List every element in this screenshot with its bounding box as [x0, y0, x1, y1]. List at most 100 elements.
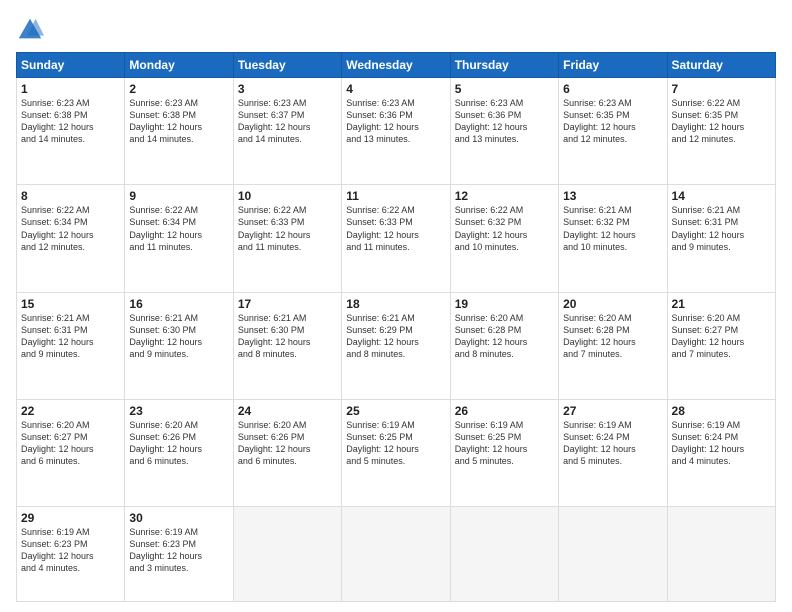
- day-number: 23: [129, 404, 228, 418]
- calendar-table: Sunday Monday Tuesday Wednesday Thursday…: [16, 52, 776, 602]
- calendar-day-cell: 29Sunrise: 6:19 AM Sunset: 6:23 PM Dayli…: [17, 507, 125, 602]
- day-number: 12: [455, 189, 554, 203]
- calendar-day-cell: 23Sunrise: 6:20 AM Sunset: 6:26 PM Dayli…: [125, 399, 233, 506]
- day-info: Sunrise: 6:22 AM Sunset: 6:34 PM Dayligh…: [21, 204, 120, 253]
- day-number: 10: [238, 189, 337, 203]
- day-number: 21: [672, 297, 771, 311]
- day-info: Sunrise: 6:19 AM Sunset: 6:23 PM Dayligh…: [129, 526, 228, 575]
- col-saturday: Saturday: [667, 53, 775, 78]
- day-info: Sunrise: 6:20 AM Sunset: 6:26 PM Dayligh…: [238, 419, 337, 468]
- calendar-day-cell: 28Sunrise: 6:19 AM Sunset: 6:24 PM Dayli…: [667, 399, 775, 506]
- page: Sunday Monday Tuesday Wednesday Thursday…: [0, 0, 792, 612]
- day-number: 1: [21, 82, 120, 96]
- calendar-day-cell: 9Sunrise: 6:22 AM Sunset: 6:34 PM Daylig…: [125, 185, 233, 292]
- day-number: 25: [346, 404, 445, 418]
- calendar-week-row: 8Sunrise: 6:22 AM Sunset: 6:34 PM Daylig…: [17, 185, 776, 292]
- calendar-day-cell: [667, 507, 775, 602]
- day-info: Sunrise: 6:23 AM Sunset: 6:38 PM Dayligh…: [129, 97, 228, 146]
- col-wednesday: Wednesday: [342, 53, 450, 78]
- calendar-day-cell: 17Sunrise: 6:21 AM Sunset: 6:30 PM Dayli…: [233, 292, 341, 399]
- day-info: Sunrise: 6:23 AM Sunset: 6:36 PM Dayligh…: [455, 97, 554, 146]
- col-sunday: Sunday: [17, 53, 125, 78]
- day-info: Sunrise: 6:20 AM Sunset: 6:27 PM Dayligh…: [672, 312, 771, 361]
- calendar-day-cell: 27Sunrise: 6:19 AM Sunset: 6:24 PM Dayli…: [559, 399, 667, 506]
- day-number: 30: [129, 511, 228, 525]
- calendar-day-cell: 25Sunrise: 6:19 AM Sunset: 6:25 PM Dayli…: [342, 399, 450, 506]
- calendar-week-row: 1Sunrise: 6:23 AM Sunset: 6:38 PM Daylig…: [17, 78, 776, 185]
- calendar-day-cell: 3Sunrise: 6:23 AM Sunset: 6:37 PM Daylig…: [233, 78, 341, 185]
- day-info: Sunrise: 6:19 AM Sunset: 6:25 PM Dayligh…: [346, 419, 445, 468]
- calendar-day-cell: 8Sunrise: 6:22 AM Sunset: 6:34 PM Daylig…: [17, 185, 125, 292]
- day-number: 16: [129, 297, 228, 311]
- day-number: 13: [563, 189, 662, 203]
- day-number: 6: [563, 82, 662, 96]
- day-info: Sunrise: 6:21 AM Sunset: 6:32 PM Dayligh…: [563, 204, 662, 253]
- day-number: 19: [455, 297, 554, 311]
- calendar-day-cell: [559, 507, 667, 602]
- calendar-day-cell: 26Sunrise: 6:19 AM Sunset: 6:25 PM Dayli…: [450, 399, 558, 506]
- day-info: Sunrise: 6:19 AM Sunset: 6:24 PM Dayligh…: [672, 419, 771, 468]
- day-info: Sunrise: 6:23 AM Sunset: 6:35 PM Dayligh…: [563, 97, 662, 146]
- calendar-day-cell: 4Sunrise: 6:23 AM Sunset: 6:36 PM Daylig…: [342, 78, 450, 185]
- calendar-day-cell: 21Sunrise: 6:20 AM Sunset: 6:27 PM Dayli…: [667, 292, 775, 399]
- day-number: 11: [346, 189, 445, 203]
- day-number: 14: [672, 189, 771, 203]
- calendar-day-cell: 20Sunrise: 6:20 AM Sunset: 6:28 PM Dayli…: [559, 292, 667, 399]
- day-number: 15: [21, 297, 120, 311]
- day-info: Sunrise: 6:23 AM Sunset: 6:38 PM Dayligh…: [21, 97, 120, 146]
- day-number: 28: [672, 404, 771, 418]
- calendar-day-cell: 13Sunrise: 6:21 AM Sunset: 6:32 PM Dayli…: [559, 185, 667, 292]
- day-number: 8: [21, 189, 120, 203]
- day-number: 20: [563, 297, 662, 311]
- calendar-day-cell: 16Sunrise: 6:21 AM Sunset: 6:30 PM Dayli…: [125, 292, 233, 399]
- header: [16, 16, 776, 44]
- col-thursday: Thursday: [450, 53, 558, 78]
- day-info: Sunrise: 6:21 AM Sunset: 6:30 PM Dayligh…: [238, 312, 337, 361]
- day-number: 17: [238, 297, 337, 311]
- day-number: 24: [238, 404, 337, 418]
- calendar-week-row: 15Sunrise: 6:21 AM Sunset: 6:31 PM Dayli…: [17, 292, 776, 399]
- calendar-day-cell: 30Sunrise: 6:19 AM Sunset: 6:23 PM Dayli…: [125, 507, 233, 602]
- calendar-day-cell: 12Sunrise: 6:22 AM Sunset: 6:32 PM Dayli…: [450, 185, 558, 292]
- calendar-day-cell: 10Sunrise: 6:22 AM Sunset: 6:33 PM Dayli…: [233, 185, 341, 292]
- calendar-day-cell: [342, 507, 450, 602]
- day-info: Sunrise: 6:20 AM Sunset: 6:28 PM Dayligh…: [455, 312, 554, 361]
- day-info: Sunrise: 6:21 AM Sunset: 6:31 PM Dayligh…: [21, 312, 120, 361]
- day-info: Sunrise: 6:19 AM Sunset: 6:25 PM Dayligh…: [455, 419, 554, 468]
- day-number: 9: [129, 189, 228, 203]
- day-info: Sunrise: 6:21 AM Sunset: 6:31 PM Dayligh…: [672, 204, 771, 253]
- calendar-day-cell: 15Sunrise: 6:21 AM Sunset: 6:31 PM Dayli…: [17, 292, 125, 399]
- calendar-day-cell: 5Sunrise: 6:23 AM Sunset: 6:36 PM Daylig…: [450, 78, 558, 185]
- calendar-day-cell: [233, 507, 341, 602]
- calendar-day-cell: 18Sunrise: 6:21 AM Sunset: 6:29 PM Dayli…: [342, 292, 450, 399]
- day-info: Sunrise: 6:23 AM Sunset: 6:37 PM Dayligh…: [238, 97, 337, 146]
- day-number: 7: [672, 82, 771, 96]
- calendar-week-row: 22Sunrise: 6:20 AM Sunset: 6:27 PM Dayli…: [17, 399, 776, 506]
- day-info: Sunrise: 6:20 AM Sunset: 6:26 PM Dayligh…: [129, 419, 228, 468]
- day-info: Sunrise: 6:22 AM Sunset: 6:32 PM Dayligh…: [455, 204, 554, 253]
- day-number: 29: [21, 511, 120, 525]
- col-monday: Monday: [125, 53, 233, 78]
- day-number: 26: [455, 404, 554, 418]
- calendar-day-cell: 6Sunrise: 6:23 AM Sunset: 6:35 PM Daylig…: [559, 78, 667, 185]
- logo-icon: [16, 16, 44, 44]
- day-info: Sunrise: 6:21 AM Sunset: 6:29 PM Dayligh…: [346, 312, 445, 361]
- calendar-day-cell: 1Sunrise: 6:23 AM Sunset: 6:38 PM Daylig…: [17, 78, 125, 185]
- day-number: 2: [129, 82, 228, 96]
- day-number: 18: [346, 297, 445, 311]
- day-info: Sunrise: 6:20 AM Sunset: 6:27 PM Dayligh…: [21, 419, 120, 468]
- day-number: 5: [455, 82, 554, 96]
- calendar-day-cell: 24Sunrise: 6:20 AM Sunset: 6:26 PM Dayli…: [233, 399, 341, 506]
- calendar-day-cell: 11Sunrise: 6:22 AM Sunset: 6:33 PM Dayli…: [342, 185, 450, 292]
- day-info: Sunrise: 6:22 AM Sunset: 6:33 PM Dayligh…: [238, 204, 337, 253]
- col-friday: Friday: [559, 53, 667, 78]
- calendar-day-cell: 7Sunrise: 6:22 AM Sunset: 6:35 PM Daylig…: [667, 78, 775, 185]
- day-number: 4: [346, 82, 445, 96]
- logo: [16, 16, 48, 44]
- day-info: Sunrise: 6:21 AM Sunset: 6:30 PM Dayligh…: [129, 312, 228, 361]
- calendar-header-row: Sunday Monday Tuesday Wednesday Thursday…: [17, 53, 776, 78]
- day-number: 27: [563, 404, 662, 418]
- calendar-day-cell: 19Sunrise: 6:20 AM Sunset: 6:28 PM Dayli…: [450, 292, 558, 399]
- calendar-day-cell: 14Sunrise: 6:21 AM Sunset: 6:31 PM Dayli…: [667, 185, 775, 292]
- day-info: Sunrise: 6:19 AM Sunset: 6:23 PM Dayligh…: [21, 526, 120, 575]
